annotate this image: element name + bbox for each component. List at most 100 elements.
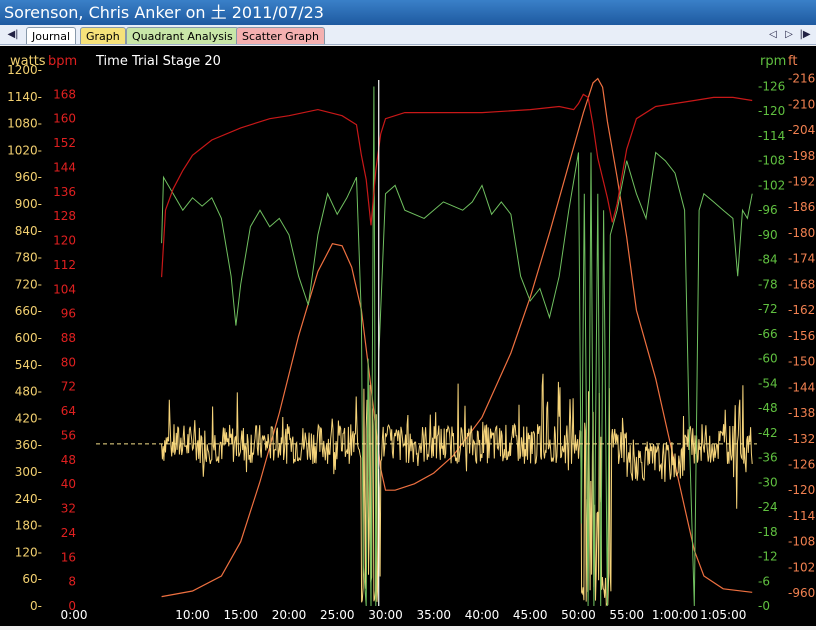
- bpm-tick: 56: [61, 428, 76, 442]
- plot-background: [96, 70, 757, 606]
- ft-tick: -1920: [788, 174, 816, 188]
- bpm-tick: 136: [53, 185, 76, 199]
- tab-graph[interactable]: Graph: [80, 27, 126, 44]
- chart-title: Time Trial Stage 20: [95, 54, 221, 69]
- bpm-tick: 64: [61, 404, 76, 418]
- prev-record-icon[interactable]: ◁: [766, 27, 780, 42]
- watts-tick: 660-: [15, 304, 42, 318]
- bpm-tick: 120: [53, 234, 76, 248]
- rpm-axis-label: rpm: [760, 54, 786, 69]
- ft-tick: -1620: [788, 303, 816, 317]
- bpm-tick: 8: [68, 575, 76, 589]
- rpm-tick: -78: [758, 277, 778, 291]
- ft-tick: -960: [788, 586, 815, 600]
- watts-tick: 420-: [15, 411, 42, 425]
- bpm-axis-label: bpm: [48, 54, 77, 69]
- tab-journal[interactable]: Journal: [26, 27, 77, 44]
- bpm-tick: 16: [61, 550, 76, 564]
- ft-tick: -1500: [788, 355, 816, 369]
- x-tick-label: 30:00: [368, 608, 403, 622]
- bpm-tick: 48: [61, 453, 76, 467]
- watts-tick: 300-: [15, 465, 42, 479]
- x-tick-label: 35:00: [416, 608, 451, 622]
- ft-tick: -1320: [788, 432, 816, 446]
- ft-tick: -1740: [788, 252, 816, 266]
- ft-tick: -1260: [788, 457, 816, 471]
- watts-tick: 240-: [15, 492, 42, 506]
- rpm-tick: -24: [758, 500, 778, 514]
- watts-tick: 480-: [15, 385, 42, 399]
- x-tick-label: 1:05:00: [700, 608, 746, 622]
- bpm-tick: 168: [53, 87, 76, 101]
- ft-tick: -2040: [788, 123, 816, 137]
- next-record-icon[interactable]: ▷: [782, 27, 796, 42]
- bpm-tick: 88: [61, 331, 76, 345]
- rpm-tick: -96: [758, 203, 778, 217]
- x-tick-label: 50:00: [561, 608, 596, 622]
- rpm-tick: -108: [758, 154, 785, 168]
- rpm-tick: -48: [758, 401, 778, 415]
- rpm-tick: -90: [758, 228, 778, 242]
- ft-axis-label: ft: [788, 54, 797, 69]
- x-tick-label: 20:00: [272, 608, 307, 622]
- rpm-tick: -84: [758, 253, 778, 267]
- ft-tick: -1560: [788, 329, 816, 343]
- watts-tick: 1080-: [7, 117, 42, 131]
- rpm-tick: -18: [758, 525, 778, 539]
- watts-tick: 900-: [15, 197, 42, 211]
- watts-tick: 120-: [15, 545, 42, 559]
- bpm-tick: 160: [53, 112, 76, 126]
- rpm-tick: -114: [758, 129, 785, 143]
- rpm-tick: -102: [758, 178, 785, 192]
- x-tick-label: 1:00:00: [652, 608, 698, 622]
- rpm-tick: -126: [758, 79, 785, 93]
- last-record-icon[interactable]: |▶: [798, 27, 812, 42]
- watts-tick: 1140-: [7, 90, 42, 104]
- rpm-tick: -66: [758, 327, 778, 341]
- rpm-tick: -30: [758, 475, 778, 489]
- ft-tick: -1980: [788, 149, 816, 163]
- ft-tick: -1380: [788, 406, 816, 420]
- bpm-tick: 152: [53, 136, 76, 150]
- bpm-tick: 112: [53, 258, 76, 272]
- rpm-tick: -60: [758, 352, 778, 366]
- bpm-tick: 80: [61, 355, 76, 369]
- ft-tick: -1200: [788, 483, 816, 497]
- watts-tick: 960-: [15, 170, 42, 184]
- x-tick-label: 15:00: [223, 608, 258, 622]
- watts-tick: 180-: [15, 519, 42, 533]
- bpm-tick: 24: [61, 526, 76, 540]
- watts-tick: 360-: [15, 438, 42, 452]
- bpm-tick: 40: [61, 477, 76, 491]
- x-tick-label: 25:00: [320, 608, 355, 622]
- ride-graph[interactable]: Time Trial Stage 20 watts bpm rpm ft 0-6…: [0, 46, 816, 626]
- x-tick-label: 10:00: [175, 608, 210, 622]
- x-tick-label: 55:00: [609, 608, 644, 622]
- bpm-tick: 32: [61, 502, 76, 516]
- rpm-tick: -36: [758, 451, 778, 465]
- bpm-tick: 144: [53, 160, 76, 174]
- bpm-tick: 104: [53, 282, 76, 296]
- tab-scatter-graph[interactable]: Scatter Graph: [236, 27, 325, 44]
- tab-quadrant-analysis[interactable]: Quadrant Analysis: [126, 27, 239, 44]
- watts-tick: 540-: [15, 358, 42, 372]
- first-record-icon[interactable]: ◀|: [6, 27, 20, 42]
- watts-tick: 600-: [15, 331, 42, 345]
- ft-tick: -1860: [788, 200, 816, 214]
- chart-area: Time Trial Stage 20 watts bpm rpm ft 0- 6…: [0, 46, 816, 626]
- ft-tick: -1140: [788, 509, 816, 523]
- ft-tick: -2160: [788, 72, 816, 86]
- x-tick-label: 45:00: [513, 608, 548, 622]
- watts-tick: 0-: [30, 599, 42, 613]
- rpm-tick: -54: [758, 376, 778, 390]
- ft-tick: -1080: [788, 535, 816, 549]
- watts-tick: 1200-: [7, 63, 42, 77]
- window-title: Sorenson, Chris Anker on 土 2011/07/23: [0, 0, 816, 25]
- rpm-tick: -6: [758, 574, 770, 588]
- ft-tick: -1680: [788, 277, 816, 291]
- tab-bar: ◀| Journal Graph Quadrant Analysis Scatt…: [0, 25, 816, 45]
- watts-tick: 720-: [15, 277, 42, 291]
- ft-tick: -1800: [788, 226, 816, 240]
- rpm-tick: -12: [758, 550, 778, 564]
- watts-tick: 1020-: [7, 143, 42, 157]
